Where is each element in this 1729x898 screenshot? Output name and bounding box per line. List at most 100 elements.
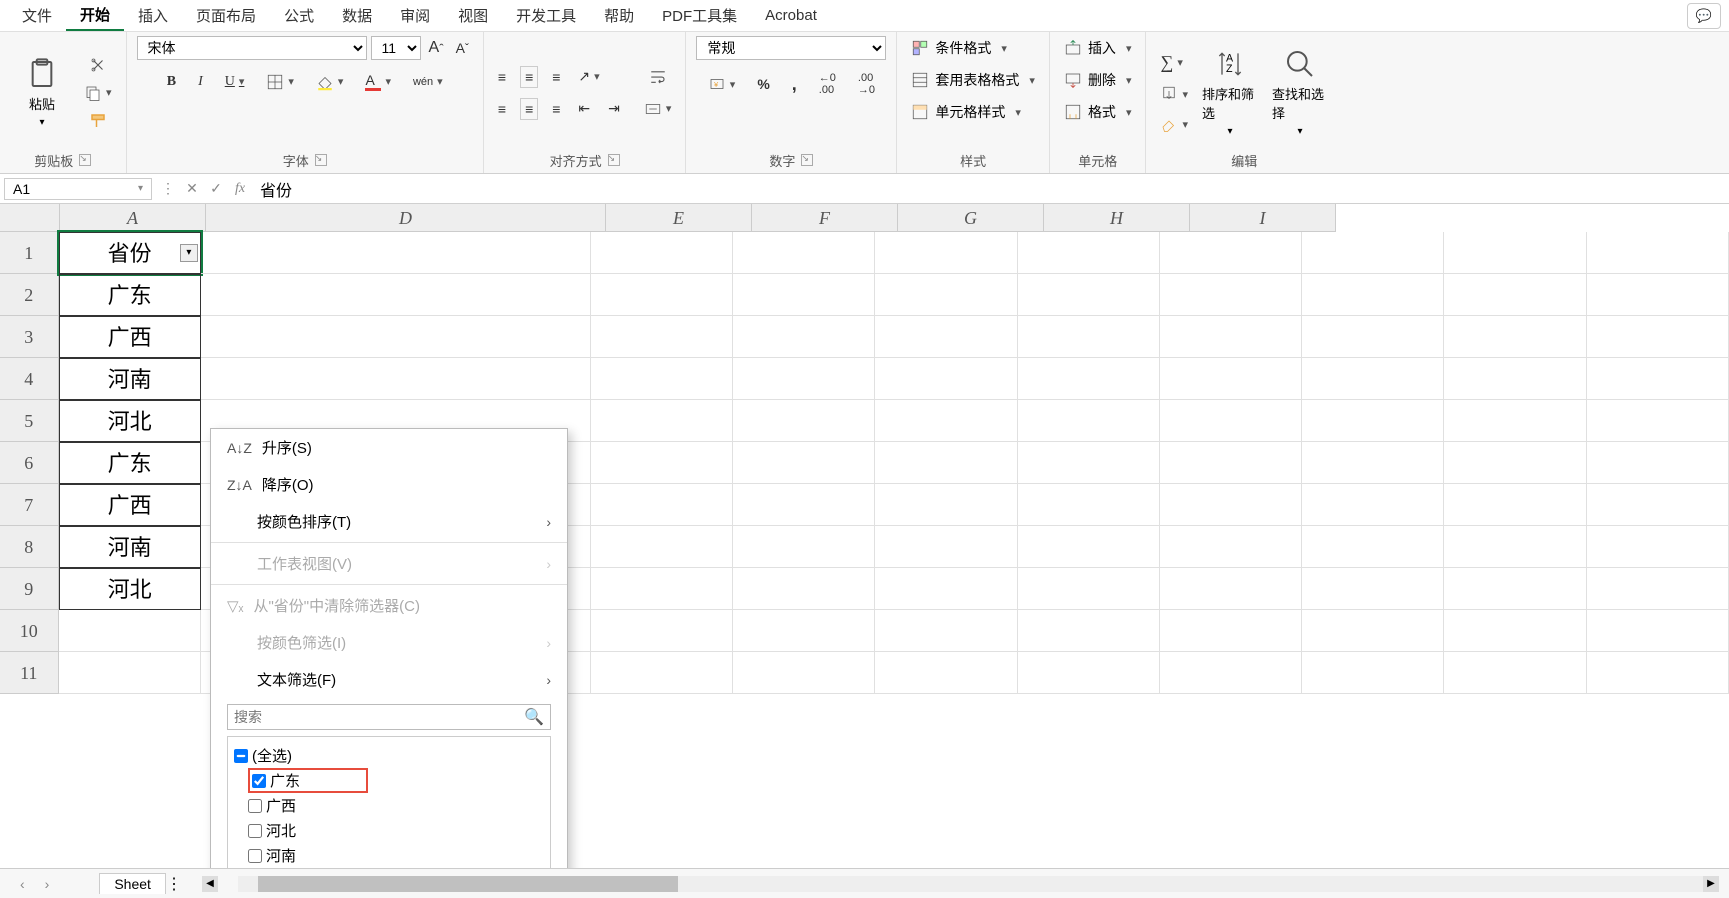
paste-button[interactable]: 粘贴 ▾ [10,54,74,132]
cell[interactable] [591,610,733,652]
cancel-formula-button[interactable]: ✕ [180,180,204,197]
cell[interactable] [1587,652,1729,694]
cell[interactable] [875,568,1017,610]
cell[interactable] [875,358,1017,400]
find-select-button[interactable]: 查找和选择▾ [1268,44,1332,141]
cell[interactable] [875,232,1017,274]
row-header[interactable]: 9 [0,568,59,610]
font-size-select[interactable]: 11 [371,36,421,60]
cell[interactable] [1018,568,1160,610]
cell[interactable] [1587,610,1729,652]
cut-button[interactable] [80,54,116,76]
cell[interactable] [1444,442,1586,484]
row-header[interactable]: 6 [0,442,59,484]
col-header-h[interactable]: H [1044,204,1190,232]
cell[interactable] [1444,232,1586,274]
cell[interactable] [1587,274,1729,316]
cell[interactable] [1160,484,1302,526]
cell-styles-button[interactable]: 单元格样式 [907,100,1025,124]
number-launcher[interactable] [801,154,813,166]
cell[interactable] [875,652,1017,694]
horizontal-scrollbar[interactable] [238,876,1703,892]
col-header-f[interactable]: F [752,204,898,232]
name-box[interactable]: A1▾ [4,178,152,200]
cell[interactable] [1018,316,1160,358]
cell[interactable] [591,232,733,274]
insert-cells-button[interactable]: 插入 [1060,36,1136,60]
cell[interactable] [733,316,875,358]
wrap-text-button[interactable] [640,66,676,88]
cell[interactable]: 河北 [59,400,201,442]
cell[interactable] [875,274,1017,316]
cell[interactable] [1018,274,1160,316]
cell[interactable] [1160,232,1302,274]
cell[interactable] [733,526,875,568]
fx-button[interactable]: fx [228,181,252,197]
cell[interactable] [1444,316,1586,358]
cell[interactable] [1587,442,1729,484]
filter-checkbox[interactable] [252,774,266,788]
clipboard-launcher[interactable] [79,154,91,166]
formula-input[interactable] [252,178,1729,200]
cell[interactable]: 广西 [59,484,201,526]
orientation-button[interactable]: ↗ [574,66,603,87]
col-header-g[interactable]: G [898,204,1044,232]
cell[interactable] [875,484,1017,526]
cell[interactable] [1587,568,1729,610]
number-format-select[interactable]: 常规 [696,36,886,60]
cell[interactable] [1587,358,1729,400]
cell[interactable] [733,484,875,526]
font-launcher[interactable] [315,154,327,166]
autosum-button[interactable]: ∑ [1156,50,1186,75]
font-name-select[interactable]: 宋体 [137,36,367,60]
cell[interactable] [733,568,875,610]
format-cells-button[interactable]: 格式 [1060,100,1136,124]
cell[interactable] [591,526,733,568]
cell[interactable] [591,484,733,526]
menu-review[interactable]: 审阅 [386,1,444,30]
delete-cells-button[interactable]: 删除 [1060,68,1136,92]
decrease-decimal-button[interactable]: .00→0 [854,70,879,98]
cell[interactable]: 广东 [59,442,201,484]
col-header-i[interactable]: I [1190,204,1336,232]
cell[interactable] [1018,526,1160,568]
row-header[interactable]: 2 [0,274,59,316]
cell[interactable] [733,400,875,442]
filter-search-input[interactable] [234,709,524,725]
cell[interactable] [1160,358,1302,400]
cell[interactable] [875,316,1017,358]
cell[interactable] [1018,232,1160,274]
align-middle-button[interactable]: ≡ [520,66,538,88]
cell[interactable]: 河南 [59,526,201,568]
filter-dropdown-button[interactable]: ▾ [180,244,198,262]
scroll-thumb[interactable] [258,876,678,892]
menu-insert[interactable]: 插入 [124,1,182,30]
cell[interactable] [1018,400,1160,442]
phonetic-button[interactable]: wén [409,73,447,90]
fill-button[interactable] [1156,83,1192,105]
cell[interactable] [733,610,875,652]
cell[interactable]: 广东 [59,274,201,316]
increase-indent-button[interactable]: ⇥ [604,98,624,119]
comma-button[interactable]: , [788,72,801,97]
menu-devtools[interactable]: 开发工具 [502,1,590,30]
sort-by-color-button[interactable]: 按颜色排序(T)› [211,503,567,540]
menu-pdf[interactable]: PDF工具集 [648,1,751,30]
cell[interactable] [1302,232,1444,274]
row-header[interactable]: 3 [0,316,59,358]
row-header[interactable]: 10 [0,610,59,652]
alignment-launcher[interactable] [608,154,620,166]
sort-filter-button[interactable]: AZ排序和筛选▾ [1198,44,1262,141]
cell[interactable] [1160,316,1302,358]
col-header-a[interactable]: A [60,204,206,232]
filter-option[interactable]: 广西 [248,793,544,818]
cell[interactable] [1160,274,1302,316]
select-all-corner[interactable] [0,204,60,232]
italic-button[interactable]: I [194,72,207,92]
shrink-font-button[interactable]: Aˇ [452,38,473,58]
cell[interactable] [591,358,733,400]
row-header[interactable]: 5 [0,400,59,442]
cell[interactable]: 广西 [59,316,201,358]
align-center-button[interactable]: ≡ [520,98,538,120]
menu-file[interactable]: 文件 [8,1,66,30]
